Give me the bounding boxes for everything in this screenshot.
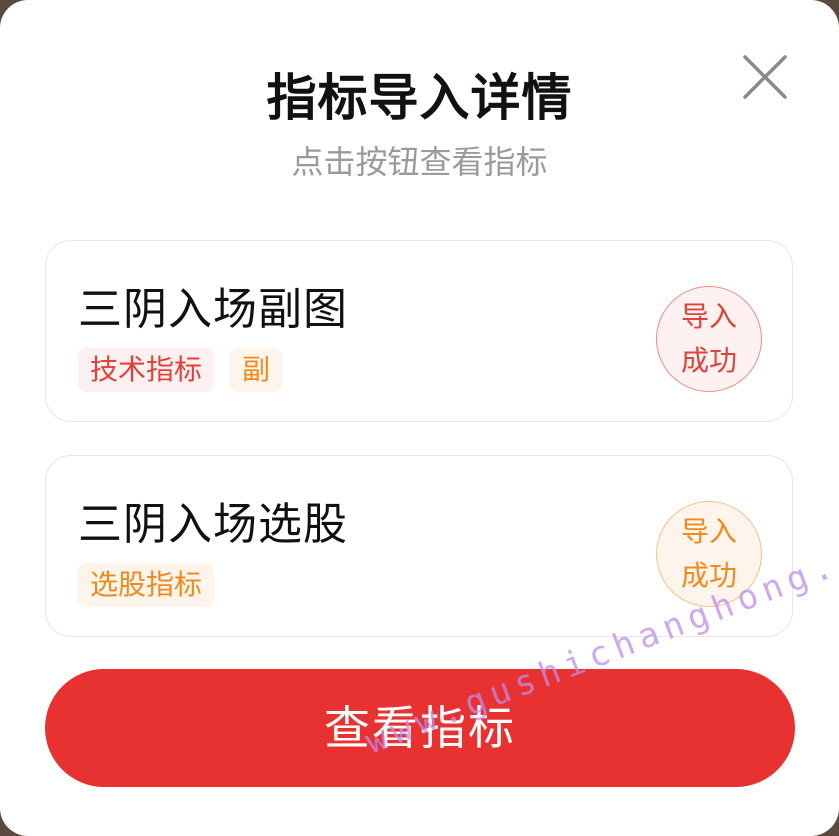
- import-details-modal: 指标导入详情 点击按钮查看指标 三阴入场副图 技术指标 副 导入 成功 三阴入场…: [0, 0, 839, 836]
- indicator-tags: 选股指标: [78, 563, 215, 607]
- tag-technical-indicator: 技术指标: [78, 348, 215, 392]
- modal-title: 指标导入详情: [266, 69, 573, 127]
- stamp-line-1: 导入: [680, 300, 737, 333]
- indicator-name: 三阴入场副图: [78, 284, 348, 335]
- indicator-tags: 技术指标 副: [78, 348, 283, 392]
- indicator-name: 三阴入场选股: [78, 499, 348, 550]
- close-button[interactable]: [740, 52, 790, 102]
- stamp-line-2: 成功: [680, 344, 737, 377]
- tag-stock-screening-indicator: 选股指标: [78, 563, 215, 607]
- import-success-stamp: 导入 成功: [656, 286, 762, 392]
- close-icon: [743, 55, 787, 99]
- stamp-line-1: 导入: [680, 515, 737, 548]
- tag-sub-chart: 副: [230, 348, 283, 392]
- modal-subtitle: 点击按钮查看指标: [291, 143, 548, 181]
- indicator-card: 三阴入场副图 技术指标 副 导入 成功: [45, 240, 793, 422]
